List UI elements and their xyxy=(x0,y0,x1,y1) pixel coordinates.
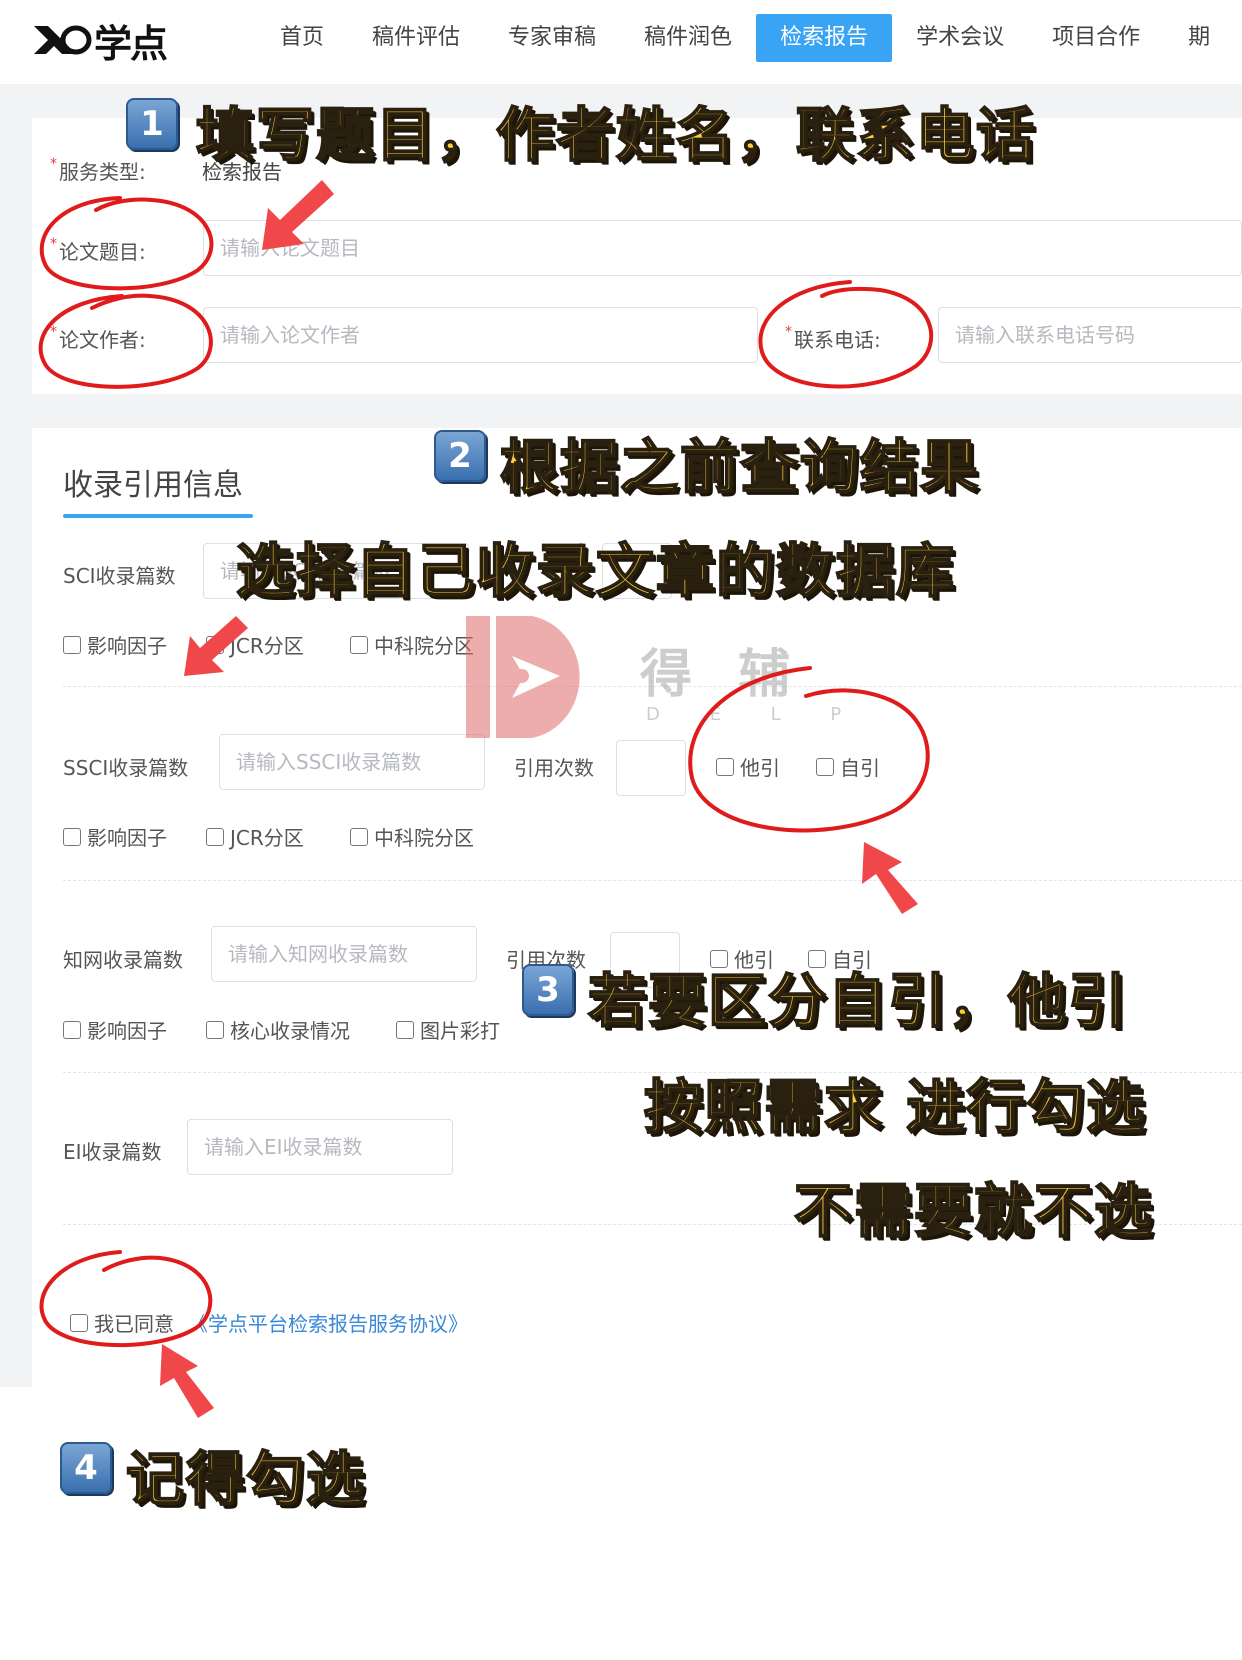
nav-home[interactable]: 首页 xyxy=(256,14,348,62)
sci-count-label: SCI收录篇数 xyxy=(63,564,176,588)
nav-journals[interactable]: 期 xyxy=(1164,14,1234,62)
step4-caption: 记得勾选 xyxy=(125,1444,367,1514)
step3-caption-line1: 若要区分自引，他引 xyxy=(587,966,1129,1036)
logo-text: 学点 xyxy=(94,20,168,66)
agreement-checkbox[interactable]: 我已同意 xyxy=(70,1308,174,1337)
main-nav: 首页 稿件评估 专家审稿 稿件润色 检索报告 学术会议 项目合作 期 xyxy=(256,14,1234,62)
step3-caption-line3: 不需要就不选 xyxy=(793,1176,1155,1246)
nav-conferences[interactable]: 学术会议 xyxy=(892,14,1028,62)
ei-count-input[interactable] xyxy=(187,1119,453,1175)
watermark-text: 得 辅 xyxy=(640,645,805,705)
nav-cooperation[interactable]: 项目合作 xyxy=(1028,14,1164,62)
sci-jcr-checkbox[interactable]: JCR分区 xyxy=(206,630,304,659)
nav-manuscript-assessment[interactable]: 稿件评估 xyxy=(348,14,484,62)
divider xyxy=(63,880,1242,881)
step1-caption: 填写题目，作者姓名，联系电话 xyxy=(195,100,1037,170)
watermark: 得 辅 D E L P xyxy=(462,612,841,742)
step2-caption-line2: 选择自己收录文章的数据库 xyxy=(235,536,957,606)
citation-section-title[interactable]: 收录引用信息 xyxy=(63,460,243,504)
watermark-sub: D E L P xyxy=(646,704,864,725)
sci-impact-factor-checkbox[interactable]: 影响因子 xyxy=(63,630,167,659)
phone-input[interactable] xyxy=(938,307,1242,363)
author-input[interactable] xyxy=(203,307,758,363)
ssci-impact-factor-checkbox[interactable]: 影响因子 xyxy=(63,822,167,851)
sci-cas-checkbox[interactable]: 中科院分区 xyxy=(350,630,474,659)
ssci-cite-label: 引用次数 xyxy=(514,756,594,780)
nav-search-report[interactable]: 检索报告 xyxy=(756,14,893,62)
ssci-count-label: SSCI收录篇数 xyxy=(63,756,189,780)
top-navbar: 学点 首页 稿件评估 专家审稿 稿件润色 检索报告 学术会议 项目合作 期 xyxy=(0,0,1242,84)
ei-count-label: EI收录篇数 xyxy=(63,1140,162,1164)
ssci-cas-checkbox[interactable]: 中科院分区 xyxy=(350,822,474,851)
cnki-core-inclusion-checkbox[interactable]: 核心收录情况 xyxy=(206,1015,350,1044)
site-logo[interactable]: 学点 xyxy=(30,14,168,66)
step3-caption-line2: 按照需求 进行勾选 xyxy=(643,1072,1147,1142)
watermark-logo-icon xyxy=(466,616,580,738)
service-type-label: * 服务类型: xyxy=(50,156,146,184)
author-label: * 论文作者: xyxy=(50,324,146,352)
step2-caption-line1: 根据之前查询结果 xyxy=(499,432,981,502)
step3-badge: 3 xyxy=(522,964,574,1016)
cnki-impact-factor-checkbox[interactable]: 影响因子 xyxy=(63,1015,167,1044)
ssci-self-cite-checkbox[interactable]: 自引 xyxy=(816,752,880,781)
ssci-count-input[interactable] xyxy=(219,734,485,790)
step1-badge: 1 xyxy=(126,98,178,150)
nav-expert-review[interactable]: 专家审稿 xyxy=(484,14,620,62)
step2-badge: 2 xyxy=(434,430,486,482)
ssci-jcr-checkbox[interactable]: JCR分区 xyxy=(206,822,304,851)
nav-polishing[interactable]: 稿件润色 xyxy=(620,14,756,62)
ssci-other-cite-checkbox[interactable]: 他引 xyxy=(716,752,780,781)
title-input[interactable] xyxy=(203,220,1242,276)
cnki-count-input[interactable] xyxy=(211,926,477,982)
agreement-link[interactable]: 《学点平台检索报告服务协议》 xyxy=(188,1308,468,1337)
phone-label: * 联系电话: xyxy=(785,324,881,352)
cnki-color-print-checkbox[interactable]: 图片彩打 xyxy=(396,1015,500,1044)
active-tab-underline xyxy=(63,514,253,518)
cnki-count-label: 知网收录篇数 xyxy=(63,948,183,972)
ssci-cite-count-input[interactable] xyxy=(616,740,686,796)
step4-badge: 4 xyxy=(60,1442,112,1494)
title-label: * 论文题目: xyxy=(50,236,146,264)
logo-mark-icon xyxy=(34,25,92,55)
